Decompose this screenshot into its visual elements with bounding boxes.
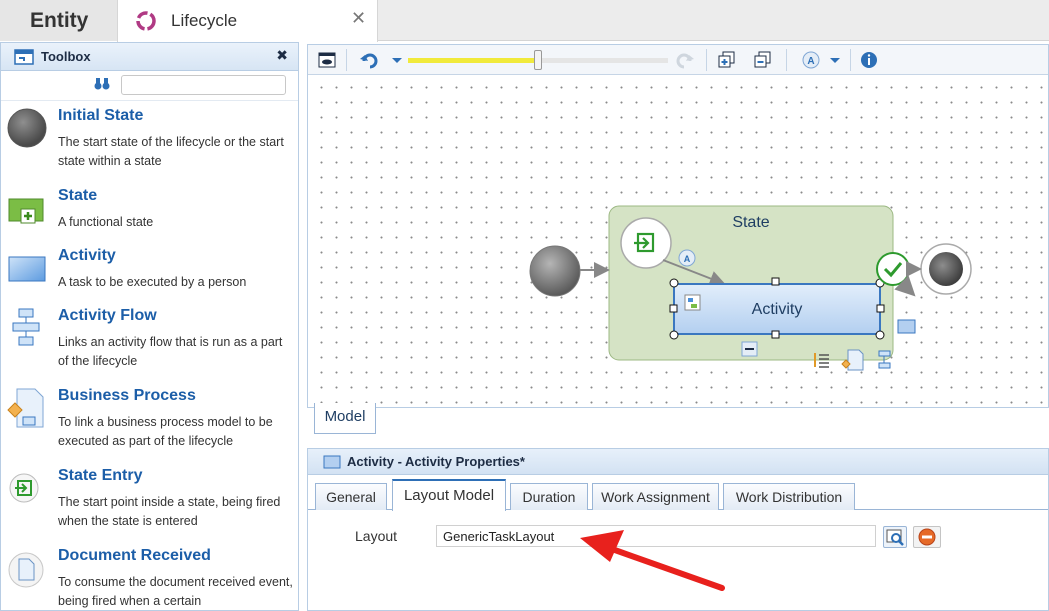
- eye-icon[interactable]: [318, 51, 336, 69]
- toolbox-item-list: Initial State The start state of the lif…: [1, 101, 298, 610]
- toolbox-item-desc: A task to be executed by a person: [58, 275, 247, 289]
- tab-entity[interactable]: Entity: [0, 0, 117, 41]
- layout-label: Layout: [355, 528, 398, 544]
- close-tab-icon[interactable]: ✕: [351, 8, 366, 29]
- toolbar-separator: [706, 49, 707, 71]
- properties-header: Activity - Activity Properties*: [308, 449, 1048, 475]
- toolbox-item-business-process[interactable]: Business Process To link a business proc…: [1, 381, 298, 461]
- lifecycle-editor: A State A Activity: [307, 44, 1049, 408]
- svg-text:A: A: [807, 56, 814, 67]
- toolbox-search-bar: [1, 71, 298, 101]
- redo-icon[interactable]: [676, 51, 694, 69]
- toolbox-header: Toolbox ✖: [1, 43, 298, 71]
- toolbox-icon: [14, 49, 34, 65]
- search-icon: [886, 529, 904, 546]
- state-icon: [8, 198, 44, 224]
- properties-title: Activity - Activity Properties*: [347, 454, 525, 469]
- activity-icon: [8, 256, 46, 282]
- toolbox-item-desc: To consume the document received event, …: [58, 575, 293, 608]
- zoom-slider-fill: [408, 58, 538, 63]
- toolbox-item-title: Document Received: [58, 547, 211, 564]
- toolbar-separator: [786, 49, 787, 71]
- zoom-slider-thumb[interactable]: [534, 50, 542, 70]
- tab-model[interactable]: Model: [314, 403, 376, 434]
- toolbox-item-desc: The start state of the lifecycle or the …: [58, 135, 284, 168]
- toolbox-item-desc: Links an activity flow that is run as a …: [58, 335, 283, 368]
- properties-panel: Activity - Activity Properties* General …: [307, 448, 1049, 611]
- state-label: State: [732, 214, 769, 231]
- toolbox-panel: Toolbox ✖ Initial State The start state …: [0, 42, 299, 611]
- toolbar-separator: [346, 49, 347, 71]
- lifecycle-icon: [136, 11, 156, 31]
- tab-work-assignment[interactable]: Work Assignment: [592, 483, 719, 510]
- undo-dropdown-icon[interactable]: [388, 51, 406, 69]
- tab-entity-label: Entity: [30, 9, 89, 32]
- toolbox-item-state-entry[interactable]: State Entry The start point inside a sta…: [1, 461, 298, 541]
- toolbox-item-document-received[interactable]: Document Received To consume the documen…: [1, 541, 298, 610]
- toolbox-item-title: Activity Flow: [58, 307, 157, 324]
- end-state-node[interactable]: [920, 243, 972, 295]
- annotation-icon[interactable]: A: [802, 51, 820, 69]
- toolbox-item-desc: The start point inside a state, being fi…: [58, 495, 281, 528]
- remove-button[interactable]: [913, 526, 941, 548]
- editor-toolbar: A: [308, 45, 1048, 75]
- toolbox-item-activity-flow[interactable]: Activity Flow Links an activity flow tha…: [1, 301, 298, 381]
- annotation-dropdown-icon[interactable]: [826, 51, 844, 69]
- toolbox-title: Toolbox: [41, 49, 91, 64]
- transition-arrow[interactable]: [894, 275, 916, 297]
- toolbox-search-input[interactable]: [121, 75, 286, 95]
- toolbox-item-initial-state[interactable]: Initial State The start state of the lif…: [1, 101, 298, 181]
- model-canvas[interactable]: State A Activity: [308, 76, 1048, 407]
- toolbox-close-icon[interactable]: ✖: [276, 47, 288, 64]
- initial-state-node[interactable]: [529, 245, 581, 297]
- tab-layout-model[interactable]: Layout Model: [392, 479, 506, 511]
- toolbox-item-title: State: [58, 187, 98, 204]
- toolbox-item-title: Activity: [58, 247, 116, 264]
- properties-tab-bar: General Layout Model Duration Work Assig…: [308, 476, 1048, 511]
- toolbar-separator: [850, 49, 851, 71]
- tab-work-distribution[interactable]: Work Distribution: [723, 483, 855, 510]
- undo-icon[interactable]: [360, 51, 378, 69]
- info-icon[interactable]: [860, 51, 878, 69]
- document-tab-bar: Entity Lifecycle ✕: [0, 0, 1049, 42]
- toolbox-item-title: Initial State: [58, 107, 144, 124]
- remove-icon: [918, 528, 936, 546]
- document-received-icon: [8, 552, 44, 588]
- collapse-state-button[interactable]: [741, 341, 758, 357]
- business-process-icon: [7, 388, 44, 428]
- state-entry-icon: [9, 473, 39, 503]
- tab-lifecycle[interactable]: Lifecycle ✕: [117, 0, 378, 42]
- tab-lifecycle-label: Lifecycle: [171, 11, 238, 30]
- toolbox-item-title: State Entry: [58, 467, 143, 484]
- binoculars-icon[interactable]: [94, 77, 110, 94]
- initial-state-icon: [7, 108, 47, 148]
- browse-button[interactable]: [883, 526, 907, 548]
- toolbox-item-desc: To link a business process model to be e…: [58, 415, 273, 448]
- annotation-badge[interactable]: A: [678, 249, 696, 267]
- activity-label: Activity: [752, 301, 803, 318]
- expand-icon[interactable]: [718, 51, 736, 69]
- activity-icon: [323, 455, 341, 469]
- layout-field[interactable]: GenericTaskLayout: [436, 525, 876, 547]
- state-exit-node[interactable]: [876, 252, 910, 286]
- annotation-badge-glyph: A: [684, 254, 691, 264]
- tab-duration[interactable]: Duration: [510, 483, 588, 510]
- add-activity-tool-icon[interactable]: [897, 319, 916, 334]
- collapse-icon[interactable]: [754, 51, 772, 69]
- toolbox-item-title: Business Process: [58, 387, 196, 404]
- tab-general[interactable]: General: [315, 483, 387, 510]
- diagram: State A Activity: [529, 205, 972, 371]
- activity-flow-icon: [12, 308, 40, 346]
- toolbox-item-desc: A functional state: [58, 215, 154, 229]
- zoom-slider[interactable]: [408, 50, 668, 70]
